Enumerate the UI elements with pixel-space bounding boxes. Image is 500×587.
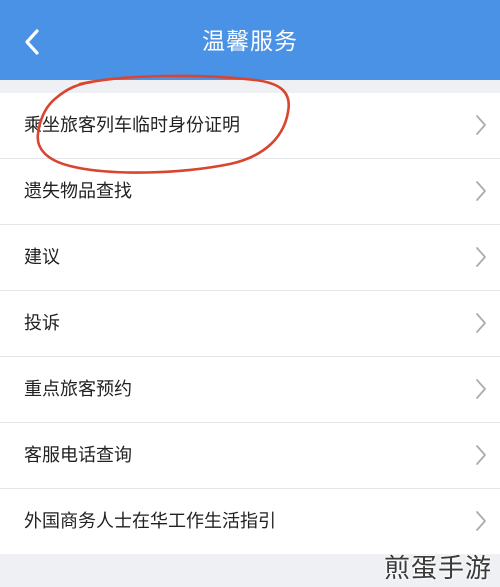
page: 温馨服务 乘坐旅客列车临时身份证明 遗失物品查找 建议 投诉 重点旅客预约 客服… — [0, 0, 500, 587]
chevron-right-icon — [476, 247, 486, 267]
menu-item-label: 重点旅客预约 — [24, 379, 132, 400]
menu-item-priority-passenger-booking[interactable]: 重点旅客预约 — [0, 357, 500, 423]
chevron-right-icon — [476, 313, 486, 333]
service-menu-list: 乘坐旅客列车临时身份证明 遗失物品查找 建议 投诉 重点旅客预约 客服电话查询 … — [0, 93, 500, 554]
menu-item-label: 乘坐旅客列车临时身份证明 — [24, 115, 240, 136]
watermark-text: 煎蛋手游 — [383, 554, 492, 584]
menu-item-lost-items[interactable]: 遗失物品查找 — [0, 159, 500, 225]
menu-item-label: 遗失物品查找 — [24, 181, 132, 202]
menu-item-complaint[interactable]: 投诉 — [0, 291, 500, 357]
page-title: 温馨服务 — [202, 29, 298, 55]
chevron-right-icon — [476, 511, 486, 531]
menu-item-suggestion[interactable]: 建议 — [0, 225, 500, 291]
menu-item-label: 投诉 — [24, 313, 60, 334]
menu-item-foreign-business-guide[interactable]: 外国商务人士在华工作生活指引 — [0, 489, 500, 554]
menu-item-label: 外国商务人士在华工作生活指引 — [24, 511, 276, 532]
chevron-right-icon — [476, 379, 486, 399]
menu-item-label: 客服电话查询 — [24, 445, 132, 466]
chevron-right-icon — [476, 445, 486, 465]
menu-item-temporary-id-certificate[interactable]: 乘坐旅客列车临时身份证明 — [0, 93, 500, 159]
chevron-right-icon — [476, 115, 486, 135]
chevron-right-icon — [476, 181, 486, 201]
top-bar: 温馨服务 — [0, 0, 500, 80]
menu-item-label: 建议 — [24, 247, 60, 268]
menu-item-customer-service-phone[interactable]: 客服电话查询 — [0, 423, 500, 489]
